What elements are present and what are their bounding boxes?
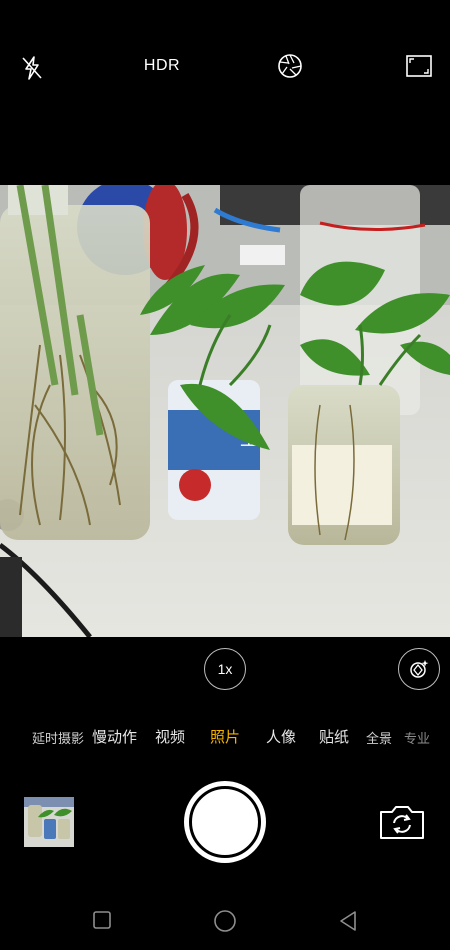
gallery-thumbnail[interactable] <box>24 797 74 847</box>
hdr-toggle[interactable]: HDR <box>140 54 184 78</box>
back-icon[interactable] <box>337 909 359 933</box>
mode-timelapse[interactable]: 延时摄影 <box>32 728 84 747</box>
camera-viewfinder[interactable]: 玉 <box>0 185 450 637</box>
recent-apps-icon[interactable] <box>92 910 112 930</box>
lens-filter-icon[interactable] <box>398 648 440 690</box>
flash-off-icon[interactable] <box>18 54 46 82</box>
mode-sticker[interactable]: 贴纸 <box>319 726 349 747</box>
mode-video[interactable]: 视频 <box>155 726 185 747</box>
aspect-ratio-icon[interactable] <box>405 54 433 78</box>
home-icon[interactable] <box>213 909 237 933</box>
shutter-ring <box>189 786 261 858</box>
zoom-level-button[interactable]: 1x <box>204 648 246 690</box>
aperture-icon[interactable] <box>276 52 304 80</box>
camera-mode-selector: 延时摄影 慢动作 视频 照片 人像 贴纸 全景 专业 <box>0 726 450 750</box>
mode-panorama[interactable]: 全景 <box>366 728 392 747</box>
mode-photo[interactable]: 照片 <box>210 726 240 747</box>
mode-slowmo[interactable]: 慢动作 <box>92 726 137 747</box>
mode-pro[interactable]: 专业 <box>404 728 430 747</box>
switch-camera-icon[interactable] <box>378 804 426 840</box>
mode-portrait[interactable]: 人像 <box>266 726 296 747</box>
camera-top-bar <box>0 0 450 185</box>
